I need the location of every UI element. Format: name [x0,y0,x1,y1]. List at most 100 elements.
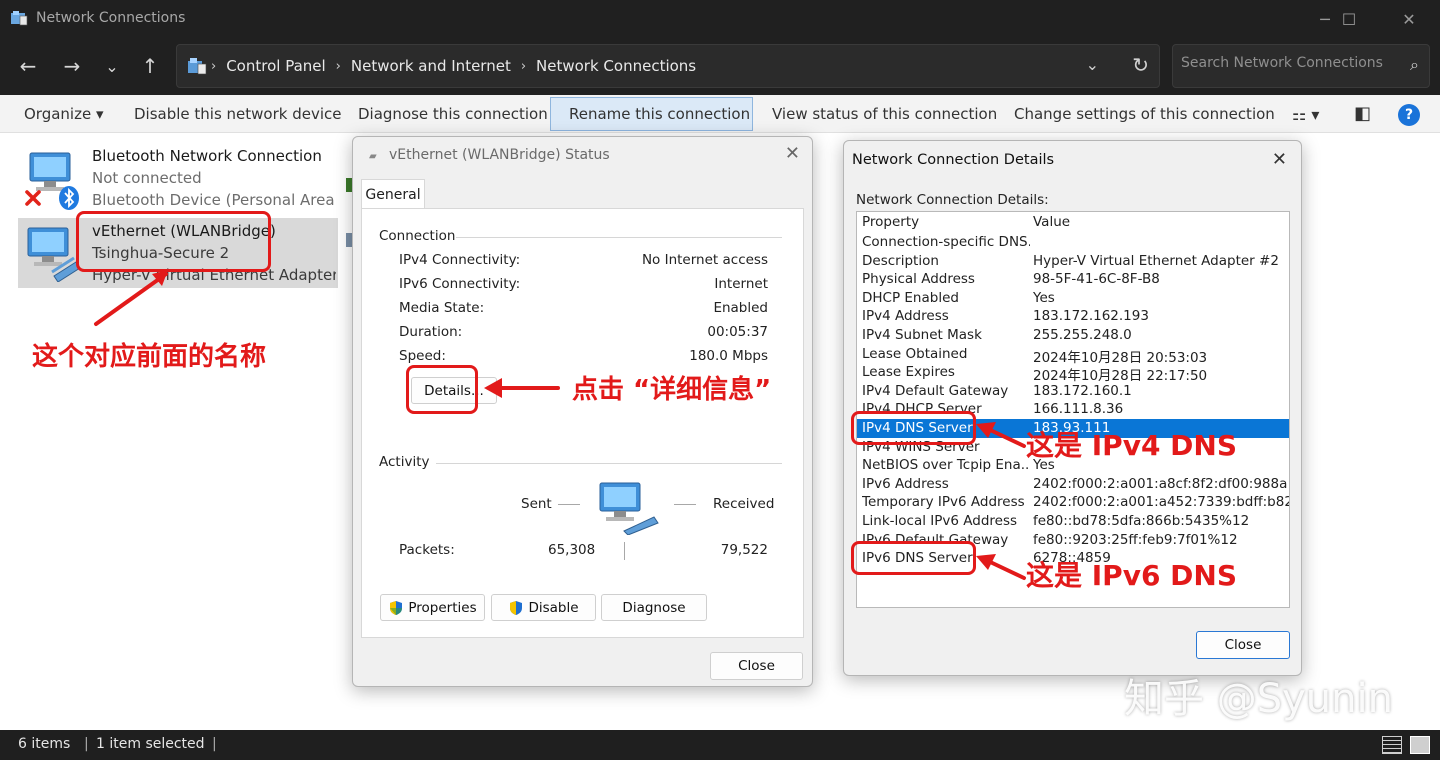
address-bar[interactable]: › Control Panel › Network and Internet ›… [176,44,1160,88]
media-state-label: Media State: [399,300,485,316]
dialog-title: Network Connection Details [852,152,1055,168]
view-status-button[interactable]: View status of this connection [754,95,1015,133]
diagnose-connection-button[interactable]: Diagnose this connection [340,95,566,133]
network-activity-icon [599,482,659,535]
network-connection-details-dialog: Network Connection Details ✕ Network Con… [843,140,1302,676]
details-row-property: Lease Expires [862,364,955,381]
search-input[interactable] [1181,55,1391,71]
media-state-value: Enabled [713,300,768,316]
ipv6-connectivity-label: IPv6 Connectivity: [399,276,521,292]
organize-menu[interactable]: Organize ▾ [6,95,122,133]
search-box[interactable]: ⌕ [1172,44,1430,88]
forward-button[interactable]: → [56,50,88,82]
up-button[interactable]: ↑ [134,50,166,82]
disable-device-button[interactable]: Disable this network device [116,95,360,133]
details-row-property: IPv6 Address [862,475,949,492]
details-row[interactable]: IPv4 Subnet Mask 255.255.248.0 [857,326,1289,345]
properties-button[interactable]: Properties [380,594,485,621]
back-button[interactable]: ← [12,50,44,82]
details-row[interactable]: Link-local IPv6 Address fe80::bd78:5dfa:8… [857,512,1289,531]
details-row-property: Connection-specific DNS... [862,234,1030,250]
title-bar: Network Connections ─ ☐ ✕ [0,0,1440,38]
group-divider [456,237,782,238]
details-row-value: 2402:f000:2:a001:a8cf:8f2:df00:988a [1033,475,1288,492]
status-bar: 6 items | 1 item selected | [0,730,1440,760]
general-tab-panel: Connection IPv4 Connectivity: No Interne… [361,208,804,638]
selected-count: 1 item selected [96,736,205,752]
refresh-icon[interactable]: ↻ [1132,53,1149,77]
ipv4-connectivity-value: No Internet access [641,252,768,268]
close-icon[interactable]: ✕ [785,143,800,164]
rename-connection-button[interactable]: Rename this connection [550,97,753,131]
details-row[interactable]: Connection-specific DNS... [857,233,1289,252]
annotation-ipv6-note: 这是 IPv6 DNS [1026,559,1238,592]
details-list-header: Property Value [857,213,1289,233]
network-adapter-icon [27,227,81,282]
breadcrumb-separator: › [520,58,527,74]
watermark-text: 知乎 @Syunin [1124,676,1393,722]
breadcrumb-network-and-internet[interactable]: Network and Internet [351,57,511,75]
details-row[interactable]: IPv4 Address 183.172.162.193 [857,307,1289,326]
view-options-icon[interactable]: ⚏ ▾ [1292,105,1319,124]
address-dropdown-icon[interactable]: ⌄ [1086,55,1099,74]
status-divider: | [84,736,89,752]
received-line [674,504,696,505]
command-bar: Organize ▾ Disable this network device D… [0,95,1440,133]
sent-label: Sent [521,496,552,512]
details-row-value: fe80::9203:25ff:feb9:7f01%12 [1033,531,1238,548]
details-row-value: 183.172.160.1 [1033,382,1132,399]
change-settings-button[interactable]: Change settings of this connection [996,95,1293,133]
details-row-property: DHCP Enabled [862,289,959,306]
details-row[interactable]: IPv6 Address 2402:f000:2:a001:a8cf:8f2:df… [857,475,1289,494]
packets-label: Packets: [399,542,455,558]
details-row[interactable]: Lease Expires 2024年10月28日 22:17:50 [857,363,1289,384]
dialog-title: vEthernet (WLANBridge) Status [389,147,610,163]
details-row[interactable]: IPv4 Default Gateway 183.172.160.1 [857,382,1289,401]
help-icon[interactable]: ? [1398,104,1420,126]
annotation-details-note: 点击 “详细信息” [572,375,772,405]
details-row-property: NetBIOS over Tcpip Ena... [862,457,1030,474]
details-row-value: 255.255.248.0 [1033,327,1132,343]
details-row[interactable]: Temporary IPv6 Address 2402:f000:2:a001:a… [857,493,1289,512]
annotation-arrow-ipv4 [976,422,1026,448]
speed-value: 180.0 Mbps [689,348,768,364]
diagnose-button[interactable]: Diagnose [601,594,707,621]
details-row-property: Physical Address [862,271,975,288]
annotation-arrow-details [484,378,560,398]
column-property[interactable]: Property [862,214,919,230]
close-window-button[interactable]: ✕ [1386,0,1432,38]
breadcrumb-network-connections[interactable]: Network Connections [536,57,696,75]
details-row[interactable]: DHCP Enabled Yes [857,289,1289,308]
details-close-button[interactable]: Close [1196,631,1290,659]
details-row[interactable]: Physical Address 98-5F-41-6C-8F-B8 [857,270,1289,289]
partial-item-text [813,147,843,207]
breadcrumb-separator: › [211,58,217,74]
disable-button[interactable]: Disable [491,594,596,621]
annotation-box-ipv4-dns [851,411,976,445]
column-value[interactable]: Value [1033,214,1070,230]
recent-locations-button[interactable]: ⌄ [96,50,128,82]
properties-label: Properties [408,599,477,616]
close-icon[interactable]: ✕ [1272,149,1287,170]
details-row[interactable]: Description Hyper-V Virtual Ethernet Adap… [857,252,1289,271]
details-row-property: IPv4 Default Gateway [862,382,1009,399]
group-divider [436,463,782,464]
breadcrumb: › Control Panel › Network and Internet ›… [211,57,696,75]
maximize-button[interactable]: ☐ [1326,0,1372,38]
large-icons-view-icon[interactable] [1410,736,1430,754]
breadcrumb-control-panel[interactable]: Control Panel [226,57,325,75]
details-row[interactable]: Lease Obtained 2024年10月28日 20:53:03 [857,345,1289,366]
preview-pane-icon[interactable]: ◧ [1354,103,1371,124]
details-view-icon[interactable] [1382,736,1402,754]
status-close-button[interactable]: Close [710,652,803,680]
tab-general[interactable]: General [361,179,425,209]
ipv6-connectivity-value: Internet [714,276,768,292]
details-row-property: Lease Obtained [862,345,968,362]
details-row-property: Link-local IPv6 Address [862,513,1018,529]
packets-sent-value: 65,308 [548,542,596,558]
item-count: 6 items [18,736,71,752]
duration-label: Duration: [399,324,463,340]
speed-label: Speed: [399,348,446,364]
details-row-value: 166.111.8.36 [1033,401,1124,418]
list-item-bluetooth-connection[interactable]: Bluetooth Network Connection Not connect… [18,143,338,213]
